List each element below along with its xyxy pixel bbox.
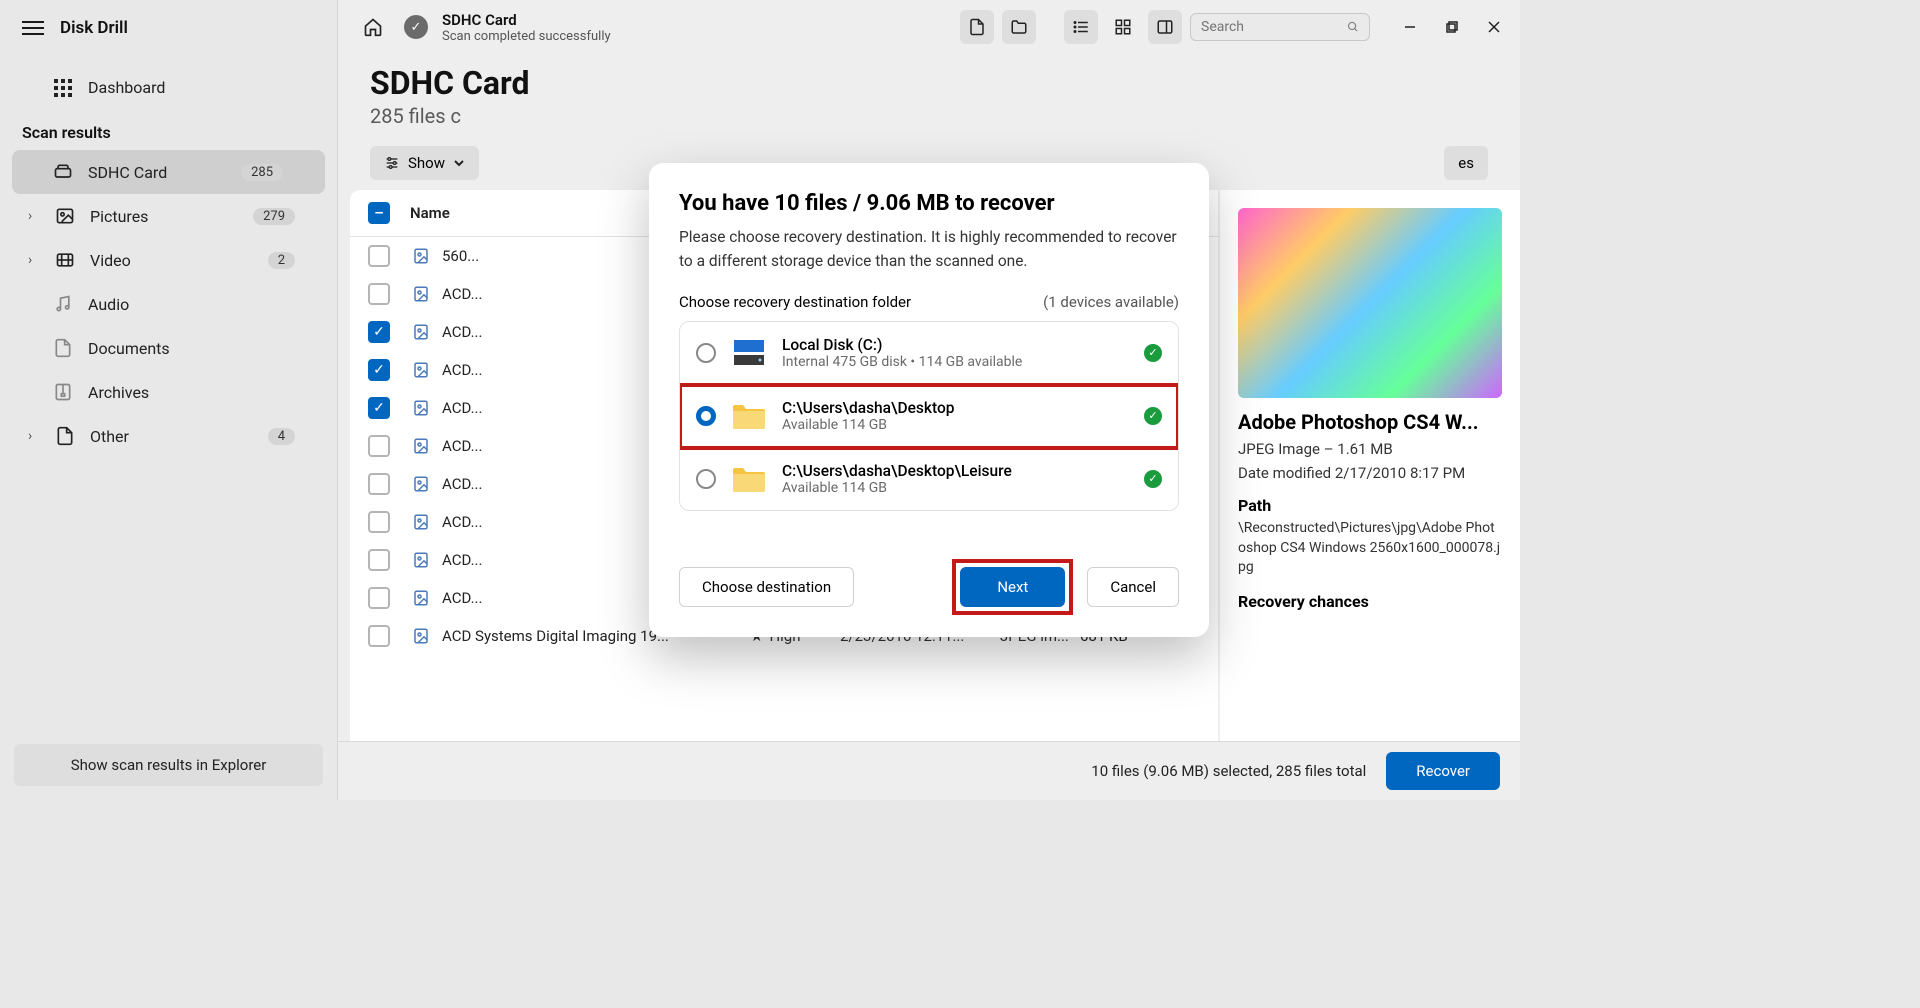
sidebar-item-audio[interactable]: Audio xyxy=(0,282,337,326)
destination-subtitle: Internal 475 GB disk • 114 GB available xyxy=(782,354,1130,370)
devices-available-label: (1 devices available) xyxy=(1043,293,1179,311)
destination-title: C:\Users\dasha\Desktop\Leisure xyxy=(782,462,1130,480)
sidebar-item-sdhc-card[interactable]: SDHC Card 285 xyxy=(12,150,325,194)
chevron-right-icon: › xyxy=(28,252,40,268)
sidebar-item-label: Archives xyxy=(88,383,149,402)
sidebar-item-label: Other xyxy=(90,427,129,446)
doc-icon xyxy=(52,338,74,358)
sidebar-item-label: Pictures xyxy=(90,207,148,226)
folder-icon xyxy=(730,462,768,496)
image-icon xyxy=(54,206,76,226)
sidebar-item-documents[interactable]: Documents xyxy=(0,326,337,370)
destination-option[interactable]: C:\Users\dasha\Desktop\LeisureAvailable … xyxy=(680,448,1178,510)
archive-icon xyxy=(52,382,74,402)
modal-title: You have 10 files / 9.06 MB to recover xyxy=(679,191,1179,216)
disk-icon xyxy=(730,336,768,370)
folder-icon xyxy=(730,399,768,433)
app-title: Disk Drill xyxy=(60,18,128,38)
modal-backdrop: You have 10 files / 9.06 MB to recover P… xyxy=(338,0,1520,800)
destination-title: Local Disk (C:) xyxy=(782,336,1130,354)
destination-radio[interactable] xyxy=(696,406,716,426)
check-icon: ✓ xyxy=(1144,407,1162,425)
audio-icon xyxy=(52,294,74,314)
chevron-right-icon: › xyxy=(28,208,40,224)
destination-option[interactable]: C:\Users\dasha\DesktopAvailable 114 GB ✓ xyxy=(680,385,1178,448)
count-badge: 2 xyxy=(268,252,295,269)
check-icon: ✓ xyxy=(1144,470,1162,488)
destination-subtitle: Available 114 GB xyxy=(782,480,1130,496)
sidebar-item-pictures[interactable]: › Pictures 279 xyxy=(0,194,337,238)
next-button[interactable]: Next xyxy=(960,567,1065,607)
count-badge: 4 xyxy=(268,428,295,445)
sidebar-item-label: Dashboard xyxy=(88,78,165,97)
sidebar-item-label: SDHC Card xyxy=(88,163,167,182)
choose-destination-button[interactable]: Choose destination xyxy=(679,567,854,607)
recovery-destination-modal: You have 10 files / 9.06 MB to recover P… xyxy=(649,163,1209,637)
destination-subtitle: Available 114 GB xyxy=(782,417,1130,433)
main: ✓ SDHC Card Scan completed successfully xyxy=(338,0,1520,800)
modal-description: Please choose recovery destination. It i… xyxy=(679,226,1179,273)
destination-radio[interactable] xyxy=(696,343,716,363)
grid-icon xyxy=(52,79,74,97)
video-icon xyxy=(54,250,76,270)
sidebar-item-archives[interactable]: Archives xyxy=(0,370,337,414)
sidebar-item-other[interactable]: › Other 4 xyxy=(0,414,337,458)
destination-radio[interactable] xyxy=(696,469,716,489)
other-icon xyxy=(54,426,76,446)
sidebar-item-video[interactable]: › Video 2 xyxy=(0,238,337,282)
sidebar-item-label: Audio xyxy=(88,295,129,314)
check-icon: ✓ xyxy=(1144,344,1162,362)
cancel-button[interactable]: Cancel xyxy=(1087,567,1179,607)
destination-title: C:\Users\dasha\Desktop xyxy=(782,399,1130,417)
choose-folder-label: Choose recovery destination folder xyxy=(679,293,911,311)
sidebar-item-label: Documents xyxy=(88,339,170,358)
sidebar: Disk Drill Dashboard Scan results SDHC C… xyxy=(0,0,338,800)
destination-option[interactable]: Local Disk (C:)Internal 475 GB disk • 11… xyxy=(680,322,1178,385)
show-in-explorer-button[interactable]: Show scan results in Explorer xyxy=(14,744,323,786)
chevron-right-icon: › xyxy=(28,428,40,444)
count-badge: 285 xyxy=(241,164,283,181)
sidebar-section-label: Scan results xyxy=(0,109,337,150)
count-badge: 279 xyxy=(253,208,295,225)
menu-icon[interactable] xyxy=(22,21,44,35)
drive-icon xyxy=(52,162,74,182)
sidebar-item-label: Video xyxy=(90,251,131,270)
next-button-highlight: Next xyxy=(952,559,1073,615)
sidebar-item-dashboard[interactable]: Dashboard xyxy=(0,66,337,109)
